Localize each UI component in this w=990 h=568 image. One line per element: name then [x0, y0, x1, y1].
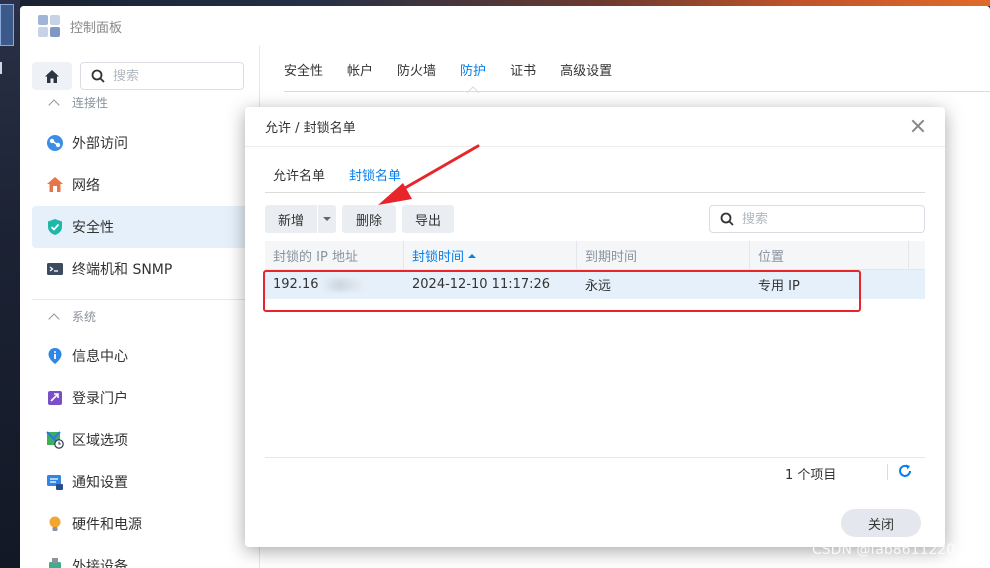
tab-allow-list[interactable]: 允许名单 [273, 165, 325, 191]
close-button[interactable]: 关闭 [841, 509, 921, 537]
search-icon [91, 69, 105, 83]
regional-options-icon [46, 431, 64, 449]
group-connectivity[interactable]: 连接性 [48, 94, 109, 111]
allow-block-list-dialog: 允许 / 封锁名单 允许名单 封锁名单 新增 删除 导出 封锁的 IP 地址 封… [245, 107, 945, 547]
sidebar-search-input[interactable] [113, 68, 223, 84]
watermark: CSDN @fab8611220 [812, 542, 956, 558]
tab-advanced[interactable]: 高级设置 [560, 62, 612, 92]
table-footer-divider [265, 457, 925, 458]
column-header-label: 封锁时间 [412, 250, 465, 265]
sidebar-item-label: 区域选项 [72, 433, 128, 449]
column-header-spacer [909, 241, 925, 270]
home-button[interactable] [32, 62, 72, 90]
control-panel-icon [38, 15, 60, 37]
column-header-location[interactable]: 位置 [750, 241, 909, 270]
group-system[interactable]: 系统 [48, 308, 97, 325]
terminal-icon [47, 263, 63, 275]
window-title: 控制面板 [70, 20, 123, 36]
sidebar-item-info-center[interactable]: 信息中心 [32, 335, 260, 377]
desktop-window-thumbnail [0, 4, 14, 46]
column-header-label: 封锁的 IP 地址 [273, 250, 358, 265]
login-portal-icon [48, 391, 62, 405]
sidebar-item-label: 外部访问 [72, 136, 128, 152]
sidebar-item-label: 网络 [72, 178, 100, 194]
caret-down-icon [323, 217, 331, 221]
sidebar-item-label: 硬件和电源 [72, 517, 142, 533]
item-count: 1 个项目 [785, 468, 837, 483]
table-header: 封锁的 IP 地址 封锁时间 到期时间 位置 [265, 241, 925, 270]
sidebar-item-label: 安全性 [72, 220, 114, 236]
desktop-background [0, 0, 20, 568]
tab-firewall[interactable]: 防火墙 [397, 62, 436, 92]
sidebar-item-label: 登录门户 [72, 391, 128, 407]
chevron-up-icon [48, 98, 60, 111]
search-icon [720, 212, 734, 226]
tab-account[interactable]: 帐户 [347, 62, 373, 92]
dialog-header[interactable]: 允许 / 封锁名单 [245, 107, 945, 147]
annotation-highlight-box [263, 270, 861, 312]
column-header-blocked-time[interactable]: 封锁时间 [404, 241, 577, 270]
tab-security[interactable]: 安全性 [284, 62, 323, 92]
hardware-power-icon [49, 516, 61, 531]
network-icon [47, 177, 63, 192]
column-header-label: 到期时间 [585, 250, 638, 265]
sidebar-search[interactable] [80, 62, 244, 90]
sidebar-item-terminal-snmp[interactable]: 终端机和 SNMP [32, 248, 260, 290]
export-button[interactable]: 导出 [402, 205, 454, 233]
sidebar-item-regional-options[interactable]: 区域选项 [32, 419, 260, 461]
sidebar-item-label: 外接设备 [72, 559, 128, 568]
info-center-icon [48, 348, 62, 364]
chevron-up-icon [48, 312, 60, 325]
delete-button[interactable]: 删除 [342, 205, 396, 233]
sidebar-item-label: 信息中心 [72, 349, 128, 365]
sidebar-item-external-devices[interactable]: 外接设备 [32, 545, 260, 568]
tab-block-list[interactable]: 封锁名单 [349, 165, 401, 191]
footer-separator [887, 464, 888, 480]
group-connectivity-label: 连接性 [72, 96, 109, 110]
sidebar-item-login-portal[interactable]: 登录门户 [32, 377, 260, 419]
column-header-expiry[interactable]: 到期时间 [577, 241, 750, 270]
desktop-glyph [0, 62, 8, 74]
dialog-search-input[interactable] [742, 211, 912, 227]
group-system-label: 系统 [72, 310, 97, 324]
window-titlebar[interactable]: 控制面板 [20, 6, 990, 46]
subtabs-divider [265, 192, 925, 193]
sidebar-item-network[interactable]: 网络 [32, 164, 260, 206]
sort-ascending-icon [468, 253, 477, 258]
dialog-subtabs: 允许名单 封锁名单 [273, 165, 425, 191]
sidebar-item-label: 通知设置 [72, 475, 128, 491]
dialog-title: 允许 / 封锁名单 [265, 121, 356, 136]
sidebar-item-notification[interactable]: 通知设置 [32, 461, 260, 503]
sidebar-divider [32, 299, 260, 300]
sidebar-item-security[interactable]: 安全性 [32, 206, 260, 248]
tabs-divider [284, 91, 990, 92]
external-access-icon [47, 135, 63, 151]
sidebar: 连接性 外部访问 网络 安全性 [20, 46, 260, 568]
sidebar-item-hardware-power[interactable]: 硬件和电源 [32, 503, 260, 545]
notification-icon [47, 475, 63, 490]
refresh-icon[interactable] [897, 463, 913, 479]
close-icon[interactable] [911, 119, 925, 133]
external-devices-icon [49, 558, 61, 568]
new-button[interactable]: 新增 [265, 205, 317, 233]
new-dropdown-button[interactable] [318, 205, 336, 233]
column-header-label: 位置 [758, 250, 785, 265]
home-icon [45, 69, 59, 83]
sidebar-item-external-access[interactable]: 外部访问 [32, 122, 260, 164]
tab-protection[interactable]: 防护 [460, 62, 486, 92]
column-header-ip[interactable]: 封锁的 IP 地址 [265, 241, 404, 270]
sidebar-item-label: 终端机和 SNMP [72, 262, 173, 278]
dialog-toolbar: 新增 删除 导出 [265, 205, 460, 233]
dialog-search[interactable] [709, 205, 925, 233]
tab-certificate[interactable]: 证书 [510, 62, 536, 92]
security-shield-icon [48, 219, 62, 235]
security-tabs: 安全性 帐户 防火墙 防护 证书 高级设置 [284, 62, 636, 92]
